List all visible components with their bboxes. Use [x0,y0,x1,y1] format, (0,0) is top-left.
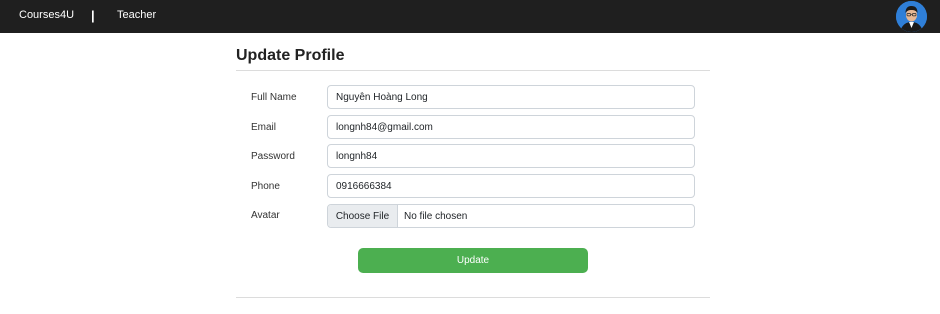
password-label: Password [251,151,295,162]
form-bottom-divider [236,297,710,298]
phone-label: Phone [251,181,280,192]
page-title: Update Profile [236,47,345,64]
nav-role-link[interactable]: Teacher [117,9,156,21]
file-status-text: No file chosen [404,210,468,222]
avatar-label: Avatar [251,210,280,221]
full-name-field[interactable] [327,85,695,109]
title-divider [236,70,710,71]
email-field[interactable] [327,115,695,139]
choose-file-button[interactable]: Choose File [328,205,398,227]
password-field[interactable] [327,144,695,168]
user-avatar-icon [896,1,927,32]
avatar-file-input[interactable]: Choose File No file chosen [327,204,695,228]
user-avatar[interactable] [896,1,927,32]
update-button[interactable]: Update [358,248,588,273]
full-name-label: Full Name [251,92,297,103]
email-label: Email [251,122,277,133]
top-navbar: Courses4U | Teacher [0,0,940,33]
brand-link[interactable]: Courses4U [19,9,74,21]
nav-separator: | [91,8,95,23]
phone-field[interactable] [327,174,695,198]
